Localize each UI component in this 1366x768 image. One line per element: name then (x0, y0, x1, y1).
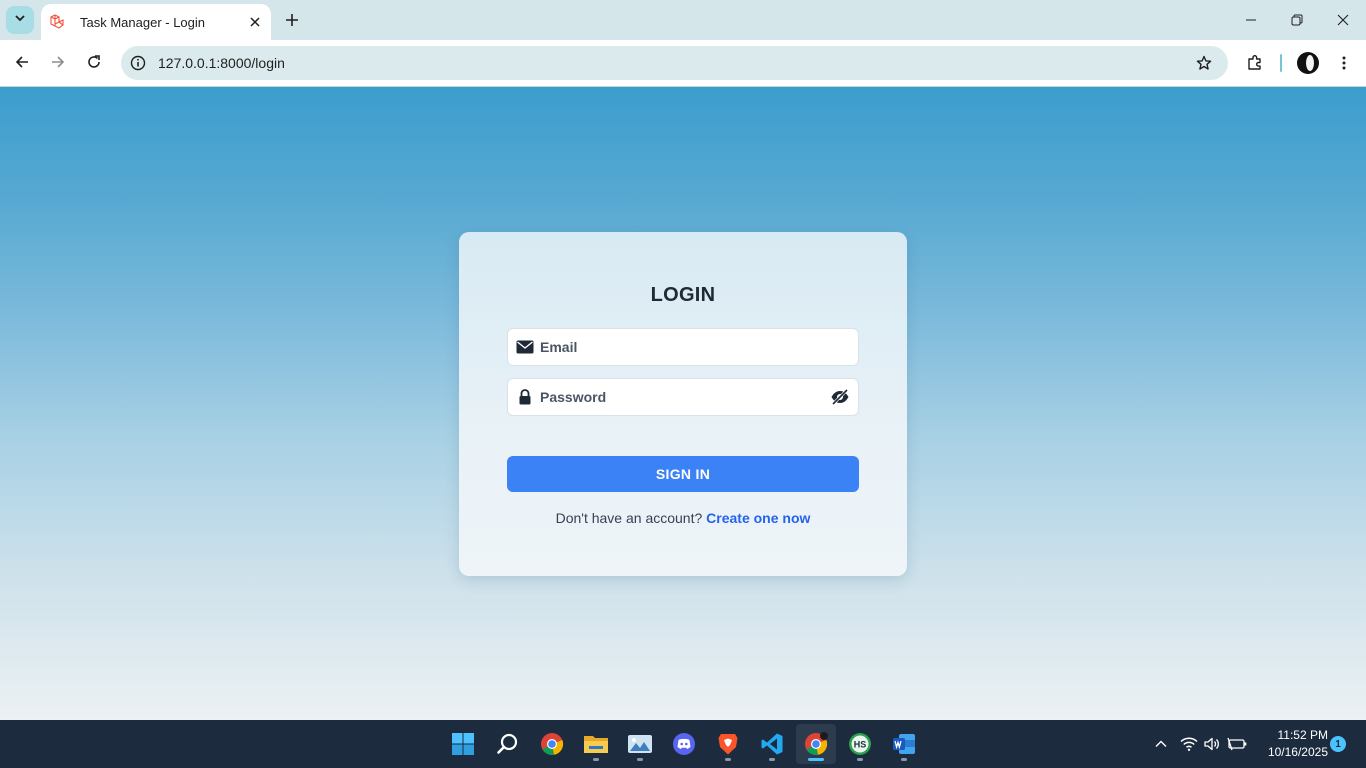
page-background: LOGIN SIGN IN Don't have an account? Cre… (0, 87, 1366, 720)
taskbar: HS 11:52 PM 10/16/2025 (0, 720, 1366, 768)
chevron-down-icon (14, 11, 26, 29)
password-input[interactable] (540, 379, 828, 415)
page-title: LOGIN (650, 284, 716, 306)
lock-icon (516, 388, 534, 406)
minimize-icon[interactable] (1228, 0, 1274, 40)
hs-app-icon[interactable]: HS (840, 724, 880, 764)
close-icon[interactable] (245, 12, 265, 32)
system-clock[interactable]: 11:52 PM 10/16/2025 (1252, 727, 1328, 761)
reload-icon[interactable] (80, 48, 108, 76)
tab-strip: Task Manager - Login (0, 0, 1366, 40)
back-icon[interactable] (8, 48, 36, 76)
restore-icon[interactable] (1274, 0, 1320, 40)
laravel-icon (49, 14, 65, 30)
signup-prompt: Don't have an account? (555, 510, 703, 526)
file-explorer-icon[interactable] (576, 724, 616, 764)
running-indicator (637, 758, 643, 761)
profile-avatar[interactable] (1294, 49, 1322, 77)
extensions-icon[interactable] (1241, 49, 1269, 77)
signup-prompt-row: Don't have an account? Create one now (459, 510, 907, 526)
brave-icon[interactable] (708, 724, 748, 764)
notification-badge[interactable]: 1 (1330, 736, 1346, 752)
plus-icon[interactable] (280, 8, 304, 32)
windows-start-icon[interactable] (443, 724, 483, 764)
running-indicator (857, 758, 863, 761)
email-field[interactable] (507, 328, 859, 366)
email-input[interactable] (540, 329, 858, 365)
volume-icon[interactable] (1200, 732, 1224, 756)
running-indicator (901, 758, 907, 761)
chrome-icon[interactable] (532, 724, 572, 764)
clock-time: 11:52 PM (1277, 728, 1328, 742)
chrome-active-icon[interactable] (796, 724, 836, 764)
tab-search-button[interactable] (6, 6, 34, 34)
battery-icon[interactable] (1225, 732, 1249, 756)
password-field[interactable] (507, 378, 859, 416)
active-tab[interactable]: Task Manager - Login (41, 4, 271, 40)
window-close-icon[interactable] (1320, 0, 1366, 40)
browser-toolbar: 127.0.0.1:8000/login (0, 40, 1366, 87)
chevron-up-icon[interactable] (1149, 732, 1173, 756)
word-icon[interactable] (884, 724, 924, 764)
running-indicator (769, 758, 775, 761)
eye-slash-icon[interactable] (828, 385, 852, 409)
login-card: LOGIN SIGN IN Don't have an account? Cre… (459, 232, 907, 576)
wifi-icon[interactable] (1177, 732, 1201, 756)
star-icon[interactable] (1188, 47, 1220, 79)
search-icon[interactable] (488, 724, 528, 764)
envelope-icon (516, 338, 534, 356)
active-indicator (808, 758, 824, 761)
running-indicator (593, 758, 599, 761)
svg-text:HS: HS (854, 740, 867, 750)
address-bar[interactable]: 127.0.0.1:8000/login (121, 46, 1228, 80)
url-text[interactable]: 127.0.0.1:8000/login (158, 55, 1188, 71)
photos-icon[interactable] (620, 724, 660, 764)
tab-title: Task Manager - Login (80, 14, 206, 30)
sign-in-button[interactable]: SIGN IN (507, 456, 859, 492)
vscode-icon[interactable] (752, 724, 792, 764)
create-account-link[interactable]: Create one now (706, 510, 810, 526)
discord-icon[interactable] (664, 724, 704, 764)
toolbar-separator (1280, 54, 1282, 72)
forward-icon[interactable] (44, 48, 72, 76)
avatar (1297, 52, 1319, 74)
clock-date: 10/16/2025 (1267, 745, 1328, 759)
more-menu-icon[interactable] (1330, 49, 1358, 77)
running-indicator (725, 758, 731, 761)
site-info-icon[interactable] (122, 47, 154, 79)
